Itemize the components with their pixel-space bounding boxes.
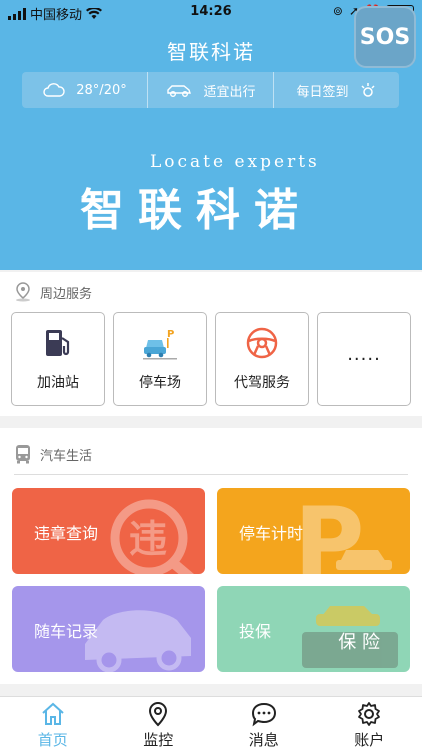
parking-car-icon: P (143, 329, 177, 360)
tile-label: 加油站 (37, 375, 79, 391)
travel-advice-text: 适宜出行 (203, 84, 256, 100)
car-icon (167, 85, 192, 97)
slogan-english: Locate experts (150, 152, 320, 172)
violation-query-card[interactable]: 违 违章查询 (12, 488, 205, 574)
tile-label: 代驾服务 (234, 375, 290, 391)
tab-messages[interactable]: 消息 (211, 697, 317, 750)
weather-text: 28°/20° (76, 82, 127, 98)
card-label: 随车记录 (34, 622, 99, 641)
card-label: 违章查询 (34, 524, 99, 543)
card-label: 停车计时 (239, 524, 304, 543)
tab-label: 账户 (354, 731, 385, 749)
sun-hand-icon (360, 83, 375, 97)
insurance-card[interactable]: 保 险 投保 (217, 586, 410, 672)
tab-bar: 首页 监控 消息 账户 (0, 696, 422, 750)
tab-label: 首页 (37, 731, 68, 749)
parking-timer-card[interactable]: P 停车计时 (217, 488, 410, 574)
weather-cell[interactable]: 28°/20° (22, 72, 148, 108)
chat-bubble-icon (251, 702, 276, 727)
map-pin-icon (16, 282, 30, 302)
svg-text:违: 违 (129, 517, 167, 561)
gas-station-button[interactable]: 加油站 (11, 312, 105, 406)
more-services-button[interactable]: ····· (317, 312, 411, 406)
parking-lot-button[interactable]: P 停车场 (113, 312, 207, 406)
slogan-chinese: 智联科诺 (80, 185, 312, 236)
nav-bar: 智联科诺 SOS (0, 6, 422, 70)
tab-home[interactable]: 首页 (0, 697, 106, 750)
bus-icon (16, 445, 30, 464)
car-life-section: 汽车生活 违 违章查询 P 停车计时 随车记录 保 险 投保 (0, 428, 422, 684)
checkin-text: 每日签到 (296, 84, 349, 100)
cloud-icon (43, 83, 65, 97)
location-pin-icon (149, 701, 168, 727)
sos-button[interactable]: SOS (354, 6, 416, 68)
fuel-pump-icon (46, 330, 70, 356)
travel-cell[interactable]: 适宜出行 (148, 72, 274, 108)
section-title: 汽车生活 (40, 448, 93, 464)
parking-p-icon: P (294, 496, 392, 574)
tab-monitor[interactable]: 监控 (106, 697, 212, 750)
nearby-services-section: 周边服务 加油站 P 停车场 代驾服务 ····· (0, 272, 422, 416)
more-icon: ····· (347, 348, 381, 370)
tab-label: 监控 (143, 731, 174, 749)
section-header: 周边服务 (0, 272, 422, 312)
section-title: 周边服务 (40, 286, 93, 302)
card-label: 投保 (239, 622, 272, 641)
checkin-button[interactable]: 每日签到 (274, 72, 399, 108)
tab-label: 消息 (248, 731, 279, 749)
designated-driver-button[interactable]: 代驾服务 (215, 312, 309, 406)
rotation-lock-icon: ⊚ (332, 4, 343, 18)
service-tiles: 加油站 P 停车场 代驾服务 ····· (0, 312, 422, 406)
steering-wheel-icon (246, 327, 278, 359)
banner: 28°/20° 适宜出行 每日签到 Locate experts 智联科诺 (0, 70, 422, 270)
tile-label: 停车场 (139, 375, 181, 391)
info-bar: 28°/20° 适宜出行 每日签到 (22, 72, 399, 108)
driving-record-card[interactable]: 随车记录 (12, 586, 205, 672)
violation-stamp-icon: 违 (110, 499, 195, 574)
section-header: 汽车生活 (0, 428, 422, 474)
insurance-badge: 保 险 (338, 632, 380, 653)
tab-account[interactable]: 账户 (317, 697, 422, 750)
gear-icon (358, 702, 381, 726)
car-life-cards: 违 违章查询 P 停车计时 随车记录 保 险 投保 (12, 488, 410, 672)
home-icon (42, 702, 64, 725)
divider (14, 474, 408, 475)
